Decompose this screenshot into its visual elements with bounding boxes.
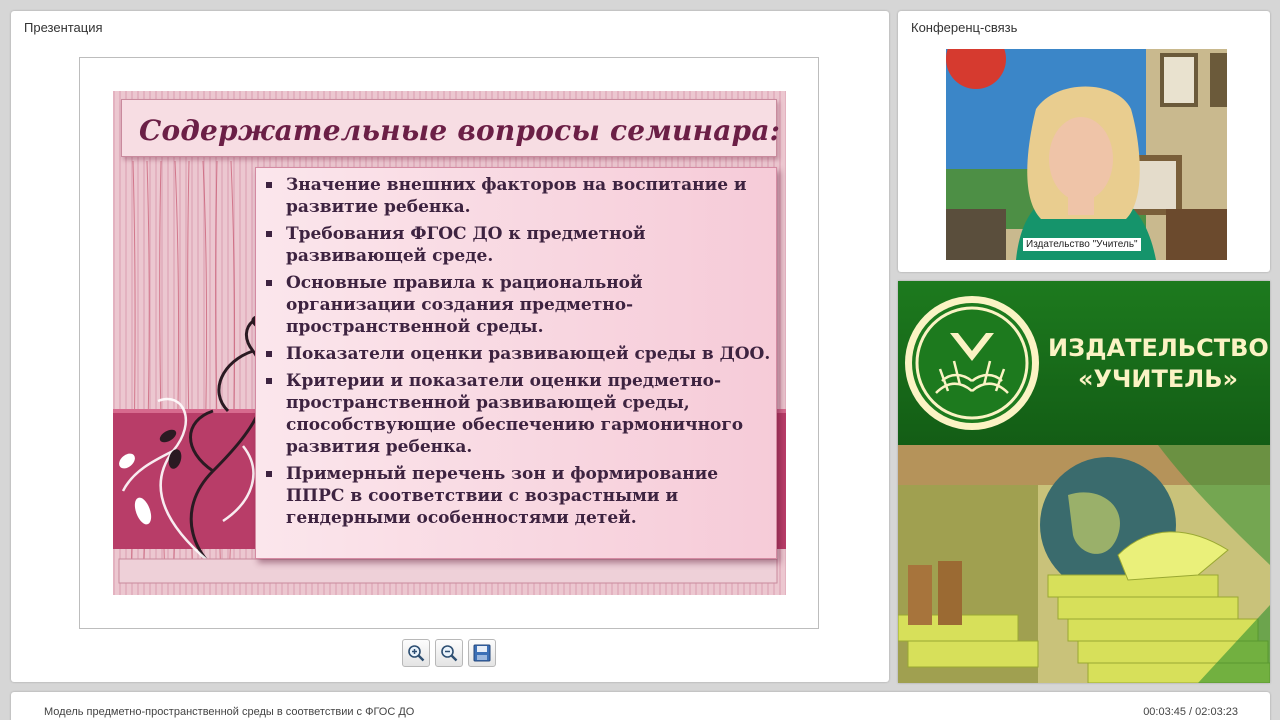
slide-title: Содержательные вопросы семинара:: [139, 114, 781, 147]
bullet-list: Значение внешних факторов на воспитание …: [264, 174, 772, 534]
bullet-text: Показатели оценки развивающей среды в ДО…: [286, 344, 771, 364]
publisher-name: ИЗДАТЕЛЬСТВО «УЧИТЕЛЬ»: [1048, 333, 1269, 395]
bullet-text: Требования ФГОС ДО к предметной развиваю…: [286, 224, 646, 266]
bullet-marker: [266, 351, 272, 357]
bullet-text: Основные правила к рациональной организа…: [286, 273, 643, 337]
presentation-panel: Презентация Содержательные вопросы семин…: [11, 11, 889, 682]
slide-title-box: Содержательные вопросы семинара:: [121, 99, 781, 157]
webcam-image: [946, 49, 1227, 260]
bullet-item: Значение внешних факторов на воспитание …: [264, 174, 772, 218]
save-icon: [473, 644, 491, 662]
zoom-out-button[interactable]: [435, 639, 463, 667]
bullet-marker: [266, 280, 272, 286]
presentation-panel-title: Презентация: [24, 20, 103, 35]
bottom-bar: Модель предметно-пространственной среды …: [11, 692, 1270, 720]
bullet-item: Требования ФГОС ДО к предметной развиваю…: [264, 223, 772, 267]
slide: Содержательные вопросы семинара: Значени…: [113, 91, 786, 595]
bullet-marker: [266, 231, 272, 237]
webcam-video[interactable]: Издательство "Учитель": [946, 49, 1227, 260]
bullet-marker: [266, 182, 272, 188]
bullet-text: Значение внешних факторов на воспитание …: [286, 175, 747, 217]
publisher-name-line2: «УЧИТЕЛЬ»: [1078, 365, 1238, 393]
publisher-header: ИЗДАТЕЛЬСТВО «УЧИТЕЛЬ»: [898, 281, 1270, 445]
conference-panel-title: Конференц-связь: [911, 20, 1018, 35]
bullet-item: Основные правила к рациональной организа…: [264, 272, 772, 338]
publisher-banner: ИЗДАТЕЛЬСТВО «УЧИТЕЛЬ»: [898, 281, 1270, 683]
publisher-logo-icon: [905, 296, 1039, 430]
zoom-out-icon: [441, 645, 458, 662]
webinar-title: Модель предметно-пространственной среды …: [44, 706, 415, 718]
publisher-photo: [898, 445, 1270, 683]
bullet-text: Критерии и показатели оценки предметно-п…: [286, 371, 744, 457]
books-globe-image: [898, 445, 1270, 683]
zoom-in-icon: [408, 645, 425, 662]
conference-panel: Конференц-связь Издательство "Учитель": [898, 11, 1270, 272]
publisher-name-line1: ИЗДАТЕЛЬСТВО: [1048, 334, 1269, 362]
bullet-text: Примерный перечень зон и формирование ПП…: [286, 464, 719, 528]
slide-viewer[interactable]: Содержательные вопросы семинара: Значени…: [79, 57, 819, 629]
zoom-in-button[interactable]: [402, 639, 430, 667]
slide-content-box: Значение внешних факторов на воспитание …: [255, 167, 777, 559]
playback-time: 00:03:45 / 02:03:23: [1143, 706, 1238, 718]
bullet-item: Примерный перечень зон и формирование ПП…: [264, 463, 772, 529]
camera-label: Издательство "Учитель": [1023, 238, 1141, 251]
bullet-item: Критерии и показатели оценки предметно-п…: [264, 370, 772, 458]
bullet-marker: [266, 471, 272, 477]
save-button[interactable]: [468, 639, 496, 667]
bullet-item: Показатели оценки развивающей среды в ДО…: [264, 343, 772, 365]
bullet-marker: [266, 378, 272, 384]
